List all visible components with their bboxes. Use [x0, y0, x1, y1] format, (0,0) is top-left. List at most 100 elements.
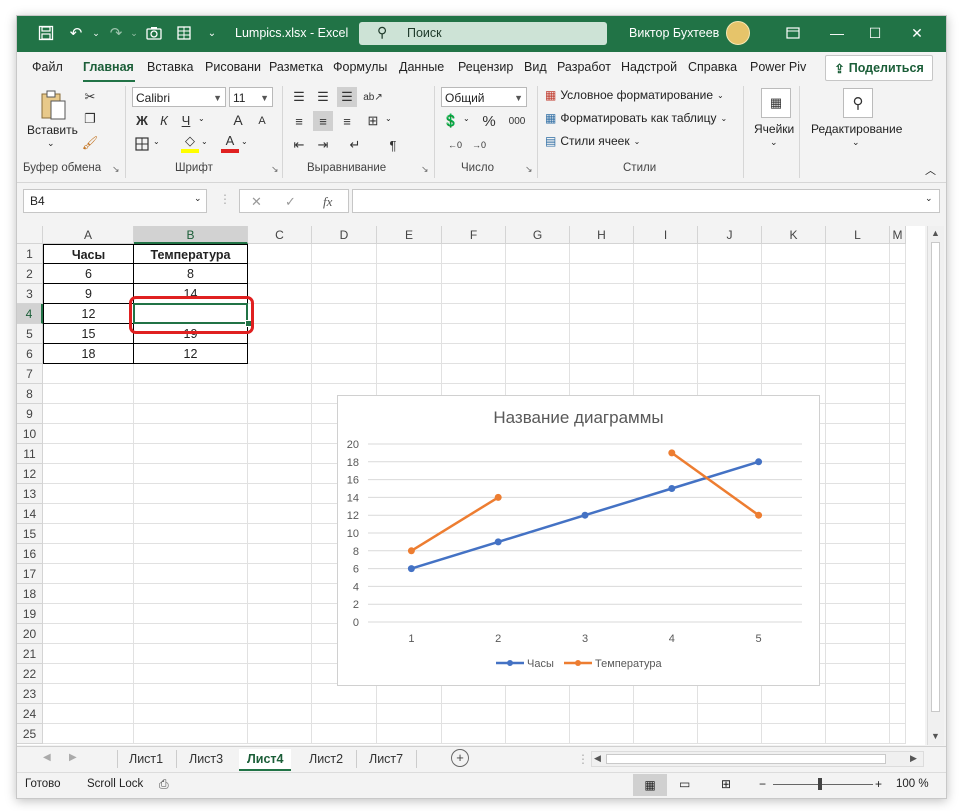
sheet-tab-1[interactable]: Лист1 — [121, 749, 171, 769]
font-name-select[interactable]: Calibri ▼ — [132, 87, 226, 107]
wrap-text-icon[interactable]: ↵ — [345, 135, 365, 155]
avatar[interactable] — [726, 21, 750, 45]
row-header-15[interactable]: 15 — [17, 524, 43, 544]
sheet-tab-7[interactable]: Лист7 — [361, 749, 411, 769]
tab-help[interactable]: Справка — [688, 60, 737, 74]
row-header-23[interactable]: 23 — [17, 684, 43, 704]
ribbon-display-options-icon[interactable] — [775, 20, 811, 46]
row-header-1[interactable]: 1 — [17, 244, 43, 264]
insert-function-button[interactable]: fx — [323, 194, 332, 210]
cell-a4[interactable]: 12 — [43, 304, 134, 324]
cell-a5[interactable]: 15 — [43, 324, 134, 344]
data-point-series-2[interactable] — [755, 511, 763, 519]
data-point-series-1[interactable] — [581, 511, 589, 519]
tab-view[interactable]: Вид — [524, 60, 547, 74]
select-all-corner[interactable] — [17, 226, 43, 244]
name-box[interactable]: B4 — [23, 189, 207, 213]
number-launcher-icon[interactable]: ↘ — [525, 164, 533, 175]
zoom-level[interactable]: 100 % — [896, 778, 929, 790]
align-middle-icon[interactable]: ☰ — [313, 87, 333, 107]
underline-dropdown-icon[interactable]: ⌄ — [198, 114, 205, 123]
underline-button[interactable]: Ч — [177, 111, 195, 129]
form-icon[interactable] — [173, 22, 195, 44]
column-header-d[interactable]: D — [312, 226, 377, 244]
shrink-font-button[interactable]: A — [253, 113, 271, 129]
percent-button[interactable]: % — [479, 111, 499, 131]
tab-formulas[interactable]: Формулы — [333, 60, 387, 74]
maximize-icon[interactable]: ☐ — [857, 20, 893, 46]
data-point-series-2[interactable] — [407, 547, 415, 555]
cells-label[interactable]: Ячейки — [754, 122, 794, 136]
scroll-up-icon[interactable]: ▲ — [931, 228, 940, 238]
editing-dropdown-icon[interactable]: ⌄ — [852, 137, 860, 148]
zoom-out-icon[interactable]: − — [759, 777, 766, 791]
column-header-k[interactable]: K — [762, 226, 826, 244]
number-format-select[interactable]: Общий ▼ — [441, 87, 527, 107]
cell-b6[interactable]: 12 — [134, 344, 248, 364]
cancel-icon[interactable]: ✕ — [251, 194, 262, 210]
column-header-l[interactable]: L — [826, 226, 890, 244]
align-top-icon[interactable]: ☰ — [289, 87, 309, 107]
borders-dropdown-icon[interactable]: ⌄ — [153, 137, 160, 146]
drag-handle-icon[interactable]: ⋮ — [577, 752, 589, 766]
cell-a3[interactable]: 9 — [43, 284, 134, 304]
data-point-series-1[interactable] — [494, 538, 502, 546]
align-bottom-icon[interactable]: ☰ — [337, 87, 357, 107]
close-icon[interactable]: ✕ — [899, 20, 935, 46]
undo-dropdown-icon[interactable]: ⌄ — [85, 22, 107, 44]
increase-decimal-icon[interactable]: ←0 — [445, 135, 465, 155]
row-header-25[interactable]: 25 — [17, 724, 43, 744]
editing-search-icon[interactable]: ⚲ — [843, 88, 873, 118]
column-header-g[interactable]: G — [506, 226, 570, 244]
column-header-m[interactable]: M — [890, 226, 906, 244]
text-direction-icon[interactable]: ¶ — [383, 135, 403, 155]
sheet-tab-4[interactable]: Лист4 — [239, 749, 292, 771]
row-header-14[interactable]: 14 — [17, 504, 43, 524]
merge-center-icon[interactable]: ⊞ — [363, 111, 383, 131]
data-point-series-1[interactable] — [755, 458, 763, 466]
decrease-indent-icon[interactable]: ⇤ — [289, 135, 309, 155]
align-left-icon[interactable]: ≡ — [289, 111, 309, 131]
redo-dropdown-icon[interactable]: ⌄ — [123, 22, 145, 44]
row-header-24[interactable]: 24 — [17, 704, 43, 724]
name-box-dropdown-icon[interactable]: ⌄ — [194, 193, 202, 204]
paste-icon[interactable] — [35, 88, 71, 122]
row-header-16[interactable]: 16 — [17, 544, 43, 564]
horizontal-scrollbar[interactable]: ◀ ▶ — [591, 751, 924, 767]
save-icon[interactable] — [35, 22, 57, 44]
vertical-scrollbar[interactable]: ▲ ▼ — [927, 226, 944, 745]
data-point-series-2[interactable] — [494, 493, 502, 501]
data-point-series-1[interactable] — [407, 565, 415, 573]
tab-addins[interactable]: Надстрой — [621, 60, 677, 74]
copy-icon[interactable]: ❐ — [79, 110, 101, 128]
customize-toolbar-icon[interactable]: ⌄ — [201, 22, 223, 44]
accounting-format-icon[interactable]: 💲 — [441, 111, 461, 131]
cell-a6[interactable]: 18 — [43, 344, 134, 364]
tab-insert[interactable]: Вставка — [147, 60, 193, 74]
column-header-e[interactable]: E — [377, 226, 442, 244]
row-header-17[interactable]: 17 — [17, 564, 43, 584]
row-header-6[interactable]: 6 — [17, 344, 43, 364]
align-right-icon[interactable]: ≡ — [337, 111, 357, 131]
column-header-f[interactable]: F — [442, 226, 506, 244]
formula-input[interactable] — [352, 189, 940, 213]
tab-file[interactable]: Файл — [32, 60, 63, 74]
row-header-7[interactable]: 7 — [17, 364, 43, 384]
series-line-2[interactable] — [410, 496, 499, 552]
sheet-tab-2[interactable]: Лист2 — [301, 749, 351, 769]
editing-label[interactable]: Редактирование — [811, 122, 902, 136]
column-header-b[interactable]: B — [134, 226, 248, 244]
tab-draw[interactable]: Рисовани — [205, 60, 261, 74]
row-header-13[interactable]: 13 — [17, 484, 43, 504]
borders-icon[interactable] — [133, 135, 151, 153]
font-color-dropdown-icon[interactable]: ⌄ — [241, 137, 248, 146]
cell-a1[interactable]: Часы — [43, 244, 134, 264]
share-button[interactable]: ⇪ Поделиться — [825, 55, 933, 81]
cells-icon[interactable]: ▦ — [761, 88, 791, 118]
paste-label[interactable]: Вставить — [27, 123, 78, 137]
row-header-2[interactable]: 2 — [17, 264, 43, 284]
add-sheet-button[interactable]: + — [451, 749, 469, 767]
page-layout-view-icon[interactable]: ▭ — [679, 777, 690, 791]
cell-b2[interactable]: 8 — [134, 264, 248, 284]
vertical-scroll-thumb[interactable] — [931, 242, 940, 712]
